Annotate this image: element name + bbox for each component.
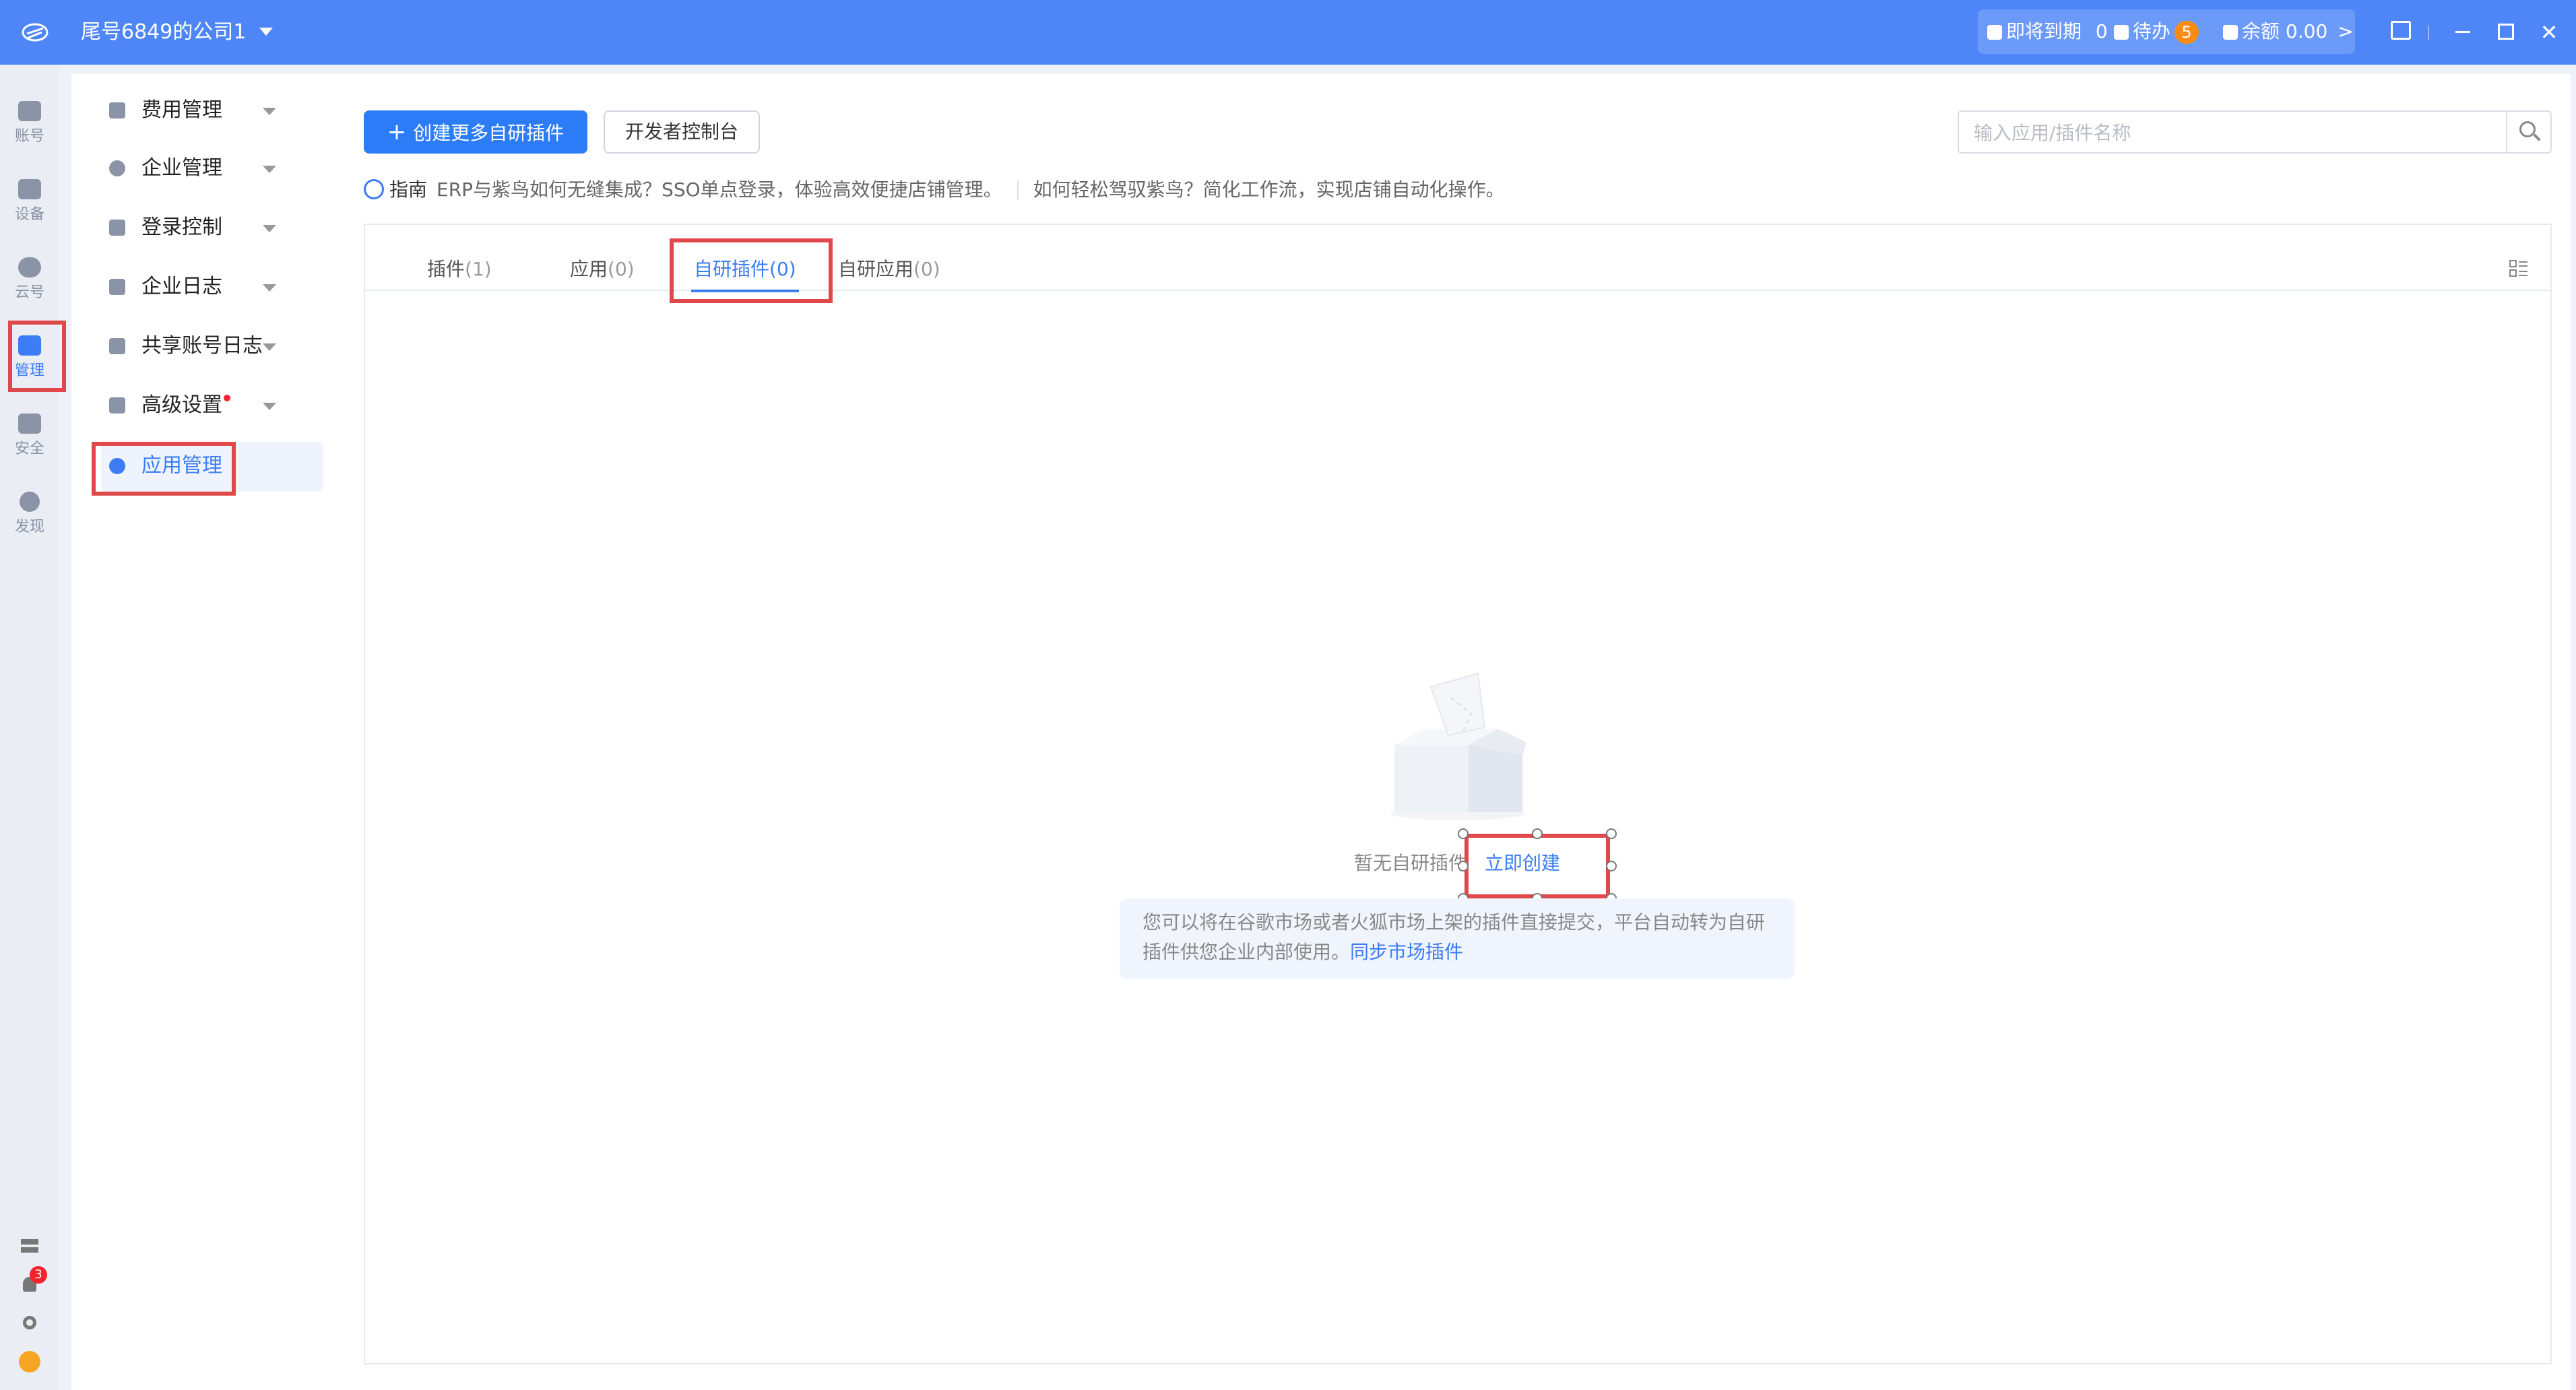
compass-icon bbox=[364, 179, 384, 199]
clock-icon bbox=[1987, 25, 2002, 40]
divider bbox=[2428, 26, 2429, 40]
sync-market-plugins-link[interactable]: 同步市场插件 bbox=[1350, 941, 1463, 963]
caret-down-icon bbox=[263, 166, 276, 173]
device-icon bbox=[18, 179, 41, 199]
menu-item-enterprise[interactable]: 企业管理 bbox=[71, 144, 361, 193]
red-dot-badge bbox=[224, 395, 230, 401]
yen-icon bbox=[2223, 25, 2238, 40]
create-plugin-button[interactable]: + 创建更多自研插件 bbox=[364, 110, 587, 154]
minimize-icon[interactable] bbox=[2448, 18, 2478, 47]
search-input[interactable] bbox=[1972, 112, 2447, 154]
enterprise-icon bbox=[109, 160, 125, 176]
rail-item-cloud[interactable]: 云号 bbox=[0, 248, 59, 315]
security-icon bbox=[18, 413, 41, 434]
create-now-link[interactable]: 立即创建 bbox=[1485, 850, 1560, 877]
rail-item-device[interactable]: 设备 bbox=[0, 170, 59, 237]
tab-apps[interactable]: 应用(0) bbox=[570, 256, 635, 283]
highlight-box-manage bbox=[8, 321, 66, 392]
caret-down-icon bbox=[259, 28, 273, 36]
restore-icon[interactable] bbox=[2491, 18, 2521, 47]
resize-handle bbox=[1606, 828, 1617, 839]
login-control-icon bbox=[109, 220, 125, 236]
menu-item-shared-account-log[interactable]: 共享账号日志 bbox=[71, 322, 361, 370]
cloud-icon bbox=[18, 257, 41, 277]
developer-console-button[interactable]: 开发者控制台 bbox=[604, 110, 760, 154]
caret-down-icon bbox=[263, 284, 276, 292]
menu-item-advanced-settings[interactable]: 高级设置 bbox=[71, 381, 361, 430]
menu-item-enterprise-log[interactable]: 企业日志 bbox=[71, 263, 361, 311]
tab-custom-apps[interactable]: 自研应用(0) bbox=[838, 256, 940, 283]
close-icon[interactable]: ✕ bbox=[2534, 18, 2564, 47]
resize-handle bbox=[1606, 861, 1617, 871]
guide-link-erp-sso[interactable]: ERP与紫鸟如何无缝集成？SSO单点登录，体验高效便捷店铺管理。 bbox=[437, 178, 1002, 201]
highlight-box-custom-plugins-tab bbox=[670, 238, 833, 303]
resize-handle bbox=[1458, 828, 1469, 839]
expiring-status[interactable]: 即将到期 0 bbox=[1987, 19, 2108, 44]
search-box bbox=[1958, 110, 2552, 154]
app-logo-icon bbox=[22, 23, 49, 42]
shared-log-icon bbox=[109, 338, 125, 354]
list-view-icon[interactable] bbox=[2509, 259, 2529, 279]
search-icon-handle bbox=[2533, 133, 2541, 141]
advanced-settings-icon bbox=[109, 397, 125, 413]
company-switcher[interactable]: 尾号6849的公司1 bbox=[81, 18, 273, 47]
caret-down-icon bbox=[263, 343, 276, 351]
support-icon[interactable] bbox=[18, 1350, 42, 1374]
notification-badge: 3 bbox=[30, 1266, 47, 1284]
empty-box-illustration bbox=[1390, 672, 1526, 820]
account-icon bbox=[18, 101, 41, 121]
caret-down-icon bbox=[263, 108, 276, 115]
log-icon bbox=[109, 279, 125, 295]
menu-item-fees[interactable]: 费用管理 bbox=[71, 86, 361, 135]
signpost-icon[interactable] bbox=[18, 1236, 42, 1261]
rail-item-account[interactable]: 账号 bbox=[0, 92, 59, 159]
fee-icon bbox=[109, 102, 125, 119]
resize-handle bbox=[1458, 861, 1469, 871]
guide-divider bbox=[1017, 180, 1019, 199]
sync-notice: 您可以将在谷歌市场或者火狐市场上架的插件直接提交，平台自动转为自研插件供您企业内… bbox=[1120, 898, 1795, 979]
caret-down-icon bbox=[263, 225, 276, 232]
guide-row: 指南 ERP与紫鸟如何无缝集成？SSO单点登录，体验高效便捷店铺管理。 如何轻松驾驭… bbox=[364, 176, 1505, 203]
search-button[interactable] bbox=[2506, 112, 2550, 152]
caret-down-icon bbox=[263, 403, 276, 410]
todo-status[interactable]: 待办 5 bbox=[2114, 19, 2199, 44]
resize-handle bbox=[1532, 828, 1543, 839]
discover-icon bbox=[20, 492, 40, 512]
menu-item-login-control[interactable]: 登录控制 bbox=[71, 203, 361, 252]
empty-state-text: 暂无自研插件 bbox=[1354, 852, 1468, 874]
balance-status[interactable]: 余额 0.00 > bbox=[2223, 19, 2354, 44]
guide-title: 指南 bbox=[389, 178, 428, 201]
plus-icon: + bbox=[387, 119, 407, 145]
rail-item-security[interactable]: 安全 bbox=[0, 404, 59, 471]
expiring-count: 0 bbox=[2095, 20, 2108, 42]
rail-item-discover[interactable]: 发现 bbox=[0, 482, 59, 550]
screenshot-icon[interactable] bbox=[2386, 18, 2416, 47]
chevron-right-icon: > bbox=[2338, 20, 2354, 42]
balance-value: 0.00 bbox=[2285, 20, 2328, 42]
settings-gear-icon[interactable] bbox=[18, 1312, 42, 1336]
guide-link-automation[interactable]: 如何轻松驾驭紫鸟？简化工作流，实现店铺自动化操作。 bbox=[1033, 178, 1505, 201]
tab-plugins[interactable]: 插件(1) bbox=[427, 256, 492, 283]
todo-icon bbox=[2114, 25, 2129, 40]
company-name: 尾号6849的公司1 bbox=[81, 20, 247, 44]
todo-count-badge: 5 bbox=[2175, 21, 2199, 44]
highlight-box-app-management bbox=[92, 442, 236, 496]
